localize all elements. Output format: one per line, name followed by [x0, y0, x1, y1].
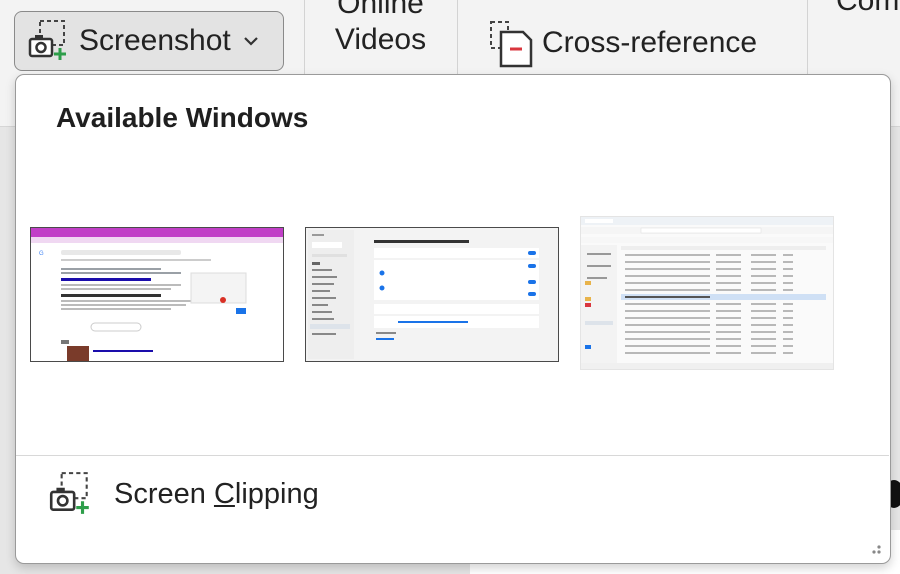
cross-reference-label: Cross-reference: [542, 26, 758, 59]
svg-text:G: G: [39, 251, 44, 257]
screenshot-dropdown: Available Windows G Screen Clipping: [15, 74, 891, 564]
browser-window-preview: G: [31, 228, 283, 361]
cross-reference-icon: [490, 21, 533, 68]
truncated-ribbon-label[interactable]: Com: [836, 0, 899, 18]
ribbon-separator: [807, 0, 808, 74]
cross-reference-button[interactable]: Cross-reference: [488, 16, 757, 70]
ribbon-separator: [457, 0, 458, 74]
window-thumbnail-settings[interactable]: [305, 227, 559, 362]
file-explorer-window-preview: [581, 217, 833, 369]
screenshot-button-label: Screenshot: [79, 24, 231, 57]
chevron-down-icon[interactable]: [243, 35, 259, 47]
window-thumbnail-file-explorer[interactable]: [580, 216, 834, 370]
resize-grip-icon[interactable]: [866, 539, 882, 555]
window-thumbnail-browser[interactable]: G: [30, 227, 284, 362]
online-videos-button[interactable]: Online Videos: [318, 0, 443, 58]
online-videos-line1: Online: [337, 0, 424, 20]
available-windows-heading: Available Windows: [56, 102, 309, 133]
screen-clipping-label-pre: Screen: [114, 477, 214, 510]
camera-with-plus-icon: [49, 472, 89, 514]
ribbon-separator: [304, 0, 305, 74]
screen-clipping-button[interactable]: Screen Clipping: [46, 467, 319, 521]
online-videos-line2: Videos: [334, 23, 427, 56]
screen-clipping-label-post: lipping: [234, 477, 319, 510]
screenshot-button[interactable]: Screenshot: [14, 11, 284, 71]
screen-clipping-accelerator: C: [213, 477, 235, 510]
dropdown-divider: [16, 455, 889, 456]
camera-with-plus-icon: [28, 20, 66, 60]
screen-clipping-label: Screen Clipping: [114, 478, 319, 511]
settings-window-preview: [306, 228, 558, 361]
